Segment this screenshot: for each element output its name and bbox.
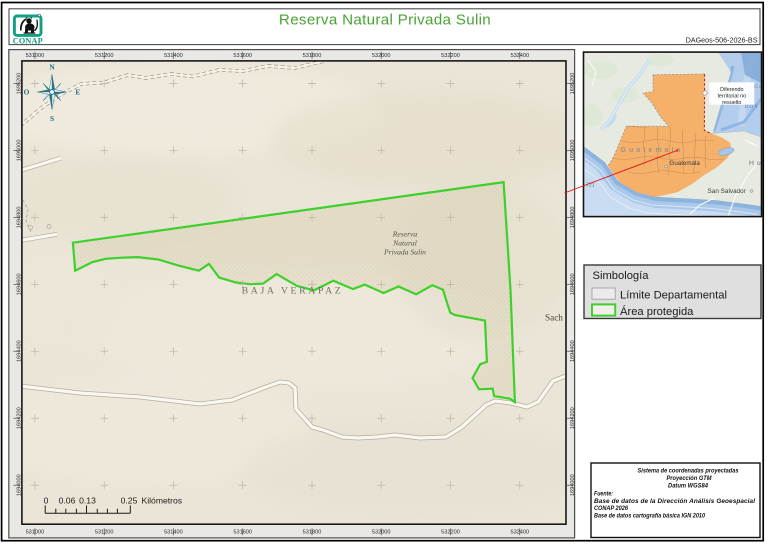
svg-text:O: O	[24, 88, 30, 97]
svg-text:Datum WGS84: Datum WGS84	[668, 483, 708, 490]
svg-text:0.13: 0.13	[79, 496, 96, 506]
svg-text:BAJA VERAPAZ: BAJA VERAPAZ	[242, 286, 344, 297]
svg-text:Base de datos cartografía bási: Base de datos cartografía básica IGN 201…	[594, 513, 705, 520]
svg-text:Simbología: Simbología	[593, 270, 650, 282]
svg-text:Diferendo: Diferendo	[720, 87, 743, 93]
svg-text:HON: HON	[744, 105, 759, 110]
svg-text:Proyección GTM: Proyección GTM	[667, 475, 713, 482]
svg-text:E: E	[75, 88, 80, 97]
svg-text:Kilómetros: Kilómetros	[142, 496, 183, 506]
svg-text:Área protegida: Área protegida	[620, 305, 694, 318]
svg-text:San Salvador: San Salvador	[708, 188, 747, 195]
svg-text:Natural: Natural	[392, 239, 417, 248]
svg-text:Límite Departamental: Límite Departamental	[620, 289, 727, 301]
svg-text:CONAP: CONAP	[13, 37, 43, 46]
svg-text:S: S	[50, 114, 54, 123]
svg-text:Reserva Natural Privada Sulin: Reserva Natural Privada Sulin	[279, 12, 491, 29]
svg-text:0: 0	[44, 496, 49, 506]
svg-text:0.25: 0.25	[121, 496, 138, 506]
svg-text:Guatemala: Guatemala	[621, 147, 684, 154]
svg-text:Reserva: Reserva	[392, 229, 418, 238]
svg-text:Privada Sulin: Privada Sulin	[383, 248, 426, 257]
svg-text:Guatemala: Guatemala	[670, 160, 701, 167]
svg-text:N: N	[49, 63, 55, 72]
svg-text:territorial no: territorial no	[718, 94, 746, 100]
svg-text:Sistema de coordenadas proyect: Sistema de coordenadas proyectadas	[638, 468, 739, 475]
svg-text:resuelto: resuelto	[722, 100, 741, 106]
svg-text:Base de datos de la Dirección: Base de datos de la Dirección Análisis G…	[594, 498, 755, 505]
svg-text:Sach: Sach	[545, 313, 563, 323]
svg-text:Fuente:: Fuente:	[594, 490, 613, 497]
svg-text:CONAP 2026: CONAP 2026	[594, 505, 628, 512]
svg-text:DAGeos-506-2026-BS: DAGeos-506-2026-BS	[686, 35, 758, 44]
svg-text:0.06: 0.06	[59, 496, 76, 506]
